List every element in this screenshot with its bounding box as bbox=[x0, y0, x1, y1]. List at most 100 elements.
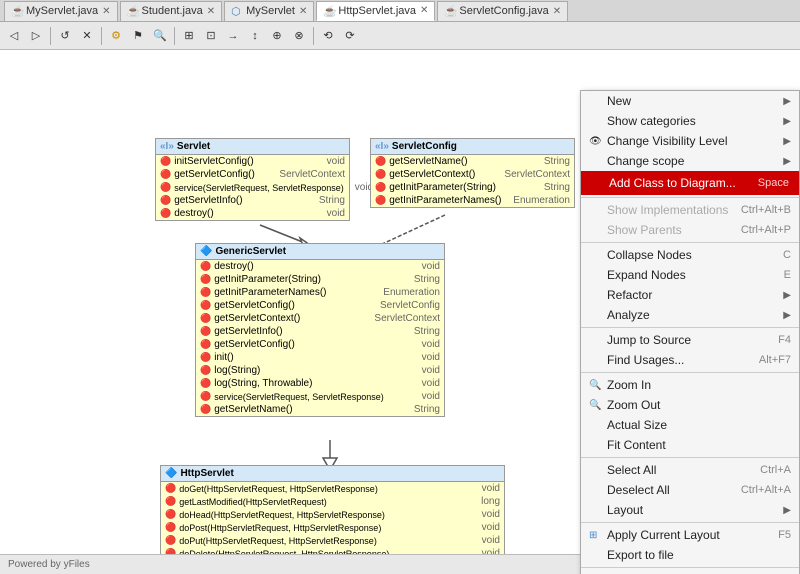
add-btn[interactable]: ⊕ bbox=[267, 26, 287, 46]
menu-separator bbox=[581, 522, 799, 523]
menu-separator bbox=[581, 197, 799, 198]
class-servletconfig-box: «I» ServletConfig 🔴getServletName()Strin… bbox=[370, 138, 575, 208]
java-file-icon: ☕ bbox=[127, 5, 139, 17]
menu-item-collapse-nodes[interactable]: Collapse Nodes C bbox=[581, 245, 799, 265]
context-menu: New ▶ Show categories ▶ 👁 Change Visibil… bbox=[580, 90, 800, 574]
arrow-updown-btn[interactable]: ↕ bbox=[245, 26, 265, 46]
class-row: 🔴getInitParameter(String)String bbox=[371, 181, 574, 194]
shortcut-label: C bbox=[783, 249, 791, 261]
class-row: 🔴log(String, Throwable)void bbox=[196, 377, 444, 390]
undo-btn[interactable]: ⟲ bbox=[318, 26, 338, 46]
java-file-icon: ☕ bbox=[11, 5, 23, 17]
class-row: 🔴getServletContext()ServletContext bbox=[196, 312, 444, 325]
shortcut-label: Ctrl+Alt+P bbox=[741, 224, 791, 236]
menu-item-print-graph[interactable]: 🖨 Print Graph bbox=[581, 570, 799, 574]
menu-item-find-usages[interactable]: Find Usages... Alt+F7 bbox=[581, 350, 799, 370]
menu-item-show-categories[interactable]: Show categories ▶ bbox=[581, 111, 799, 131]
class-row: 🔴getInitParameterNames()Enumeration bbox=[371, 194, 574, 207]
layout-icon: ⊞ bbox=[589, 530, 603, 541]
tab-close-icon[interactable]: ✕ bbox=[207, 6, 215, 17]
menu-item-deselect-all[interactable]: Deselect All Ctrl+Alt+A bbox=[581, 480, 799, 500]
class-row: 🔴getServletConfig()ServletContext bbox=[156, 168, 349, 181]
menu-item-zoom-out[interactable]: 🔍 Zoom Out bbox=[581, 395, 799, 415]
toolbar-sep-3 bbox=[174, 27, 175, 45]
menu-item-actual-size[interactable]: Actual Size bbox=[581, 415, 799, 435]
back-btn[interactable]: ◁ bbox=[4, 26, 24, 46]
shortcut-label: F4 bbox=[778, 334, 791, 346]
java-file-icon: ☕ bbox=[323, 5, 335, 17]
menu-item-change-visibility[interactable]: 👁 Change Visibility Level ▶ bbox=[581, 131, 799, 151]
class-row: 🔴getServletInfo()String bbox=[156, 194, 349, 207]
footer-text: Powered by yFiles bbox=[8, 559, 90, 570]
refresh-btn[interactable]: ↺ bbox=[55, 26, 75, 46]
tab-student-java[interactable]: ☕ Student.java ✕ bbox=[120, 1, 223, 21]
tab-close-icon[interactable]: ✕ bbox=[553, 6, 561, 17]
menu-item-jump-source[interactable]: Jump to Source F4 bbox=[581, 330, 799, 350]
toolbar: ◁ ▷ ↺ ✕ ⚙ ⚑ 🔍 ⊞ ⊡ → ↕ ⊕ ⊗ ⟲ ⟳ bbox=[0, 22, 800, 50]
forward-btn[interactable]: ▷ bbox=[26, 26, 46, 46]
class-row: 🔴service(ServletRequest, ServletResponse… bbox=[196, 390, 444, 403]
class-genericservlet-header: 🔷 GenericServlet bbox=[196, 244, 444, 260]
tab-httpservlet-java[interactable]: ☕ HttpServlet.java ✕ bbox=[316, 1, 435, 21]
class-row: 🔴getServletName()String bbox=[371, 155, 574, 168]
close-btn[interactable]: ✕ bbox=[77, 26, 97, 46]
menu-item-change-scope[interactable]: Change scope ▶ bbox=[581, 151, 799, 171]
shortcut-label: Space bbox=[758, 177, 789, 189]
settings-btn[interactable]: ⚙ bbox=[106, 26, 126, 46]
grid-btn[interactable]: ⊞ bbox=[179, 26, 199, 46]
zoom-btn[interactable]: ⊡ bbox=[201, 26, 221, 46]
class-row: 🔴getLastModified(HttpServletRequest)long bbox=[161, 495, 504, 508]
menu-separator bbox=[581, 372, 799, 373]
menu-item-add-class[interactable]: Add Class to Diagram... Space bbox=[581, 171, 799, 195]
menu-item-layout[interactable]: Layout ▶ bbox=[581, 500, 799, 520]
submenu-arrow-icon: ▶ bbox=[783, 290, 791, 301]
class-row: 🔴log(String)void bbox=[196, 364, 444, 377]
menu-item-show-impl: Show Implementations Ctrl+Alt+B bbox=[581, 200, 799, 220]
tab-servletconfig-java[interactable]: ☕ ServletConfig.java ✕ bbox=[437, 1, 568, 21]
arrow-right-btn[interactable]: → bbox=[223, 26, 243, 46]
tab-close-icon[interactable]: ✕ bbox=[102, 6, 110, 17]
shortcut-label: Ctrl+Alt+B bbox=[741, 204, 791, 216]
menu-item-fit-content[interactable]: Fit Content bbox=[581, 435, 799, 455]
menu-item-new[interactable]: New ▶ bbox=[581, 91, 799, 111]
class-genericservlet-box: 🔷 GenericServlet 🔴destroy()void 🔴getInit… bbox=[195, 243, 445, 417]
java-file-icon: ☕ bbox=[444, 5, 456, 17]
class-row: 🔴doPost(HttpServletRequest, HttpServletR… bbox=[161, 521, 504, 534]
tab-myservlet-java[interactable]: ☕ MyServlet.java ✕ bbox=[4, 1, 118, 21]
class-row: 🔴initServletConfig()void bbox=[156, 155, 349, 168]
menu-item-zoom-in[interactable]: 🔍 Zoom In bbox=[581, 375, 799, 395]
shortcut-label: F5 bbox=[778, 529, 791, 541]
menu-item-expand-nodes[interactable]: Expand Nodes E bbox=[581, 265, 799, 285]
flag-btn[interactable]: ⚑ bbox=[128, 26, 148, 46]
class-row: 🔴destroy()void bbox=[156, 207, 349, 220]
diagram-canvas[interactable]: «I» Servlet 🔴initServletConfig()void 🔴ge… bbox=[0, 50, 800, 574]
shortcut-label: Ctrl+A bbox=[760, 464, 791, 476]
redo-btn[interactable]: ⟳ bbox=[340, 26, 360, 46]
class-row: 🔴init()void bbox=[196, 351, 444, 364]
zoom-out-icon: 🔍 bbox=[589, 400, 603, 411]
toolbar-sep-4 bbox=[313, 27, 314, 45]
menu-item-export-file[interactable]: Export to file bbox=[581, 545, 799, 565]
shortcut-label: Ctrl+Alt+A bbox=[741, 484, 791, 496]
zoom-in-icon: 🔍 bbox=[589, 380, 603, 391]
class-row: 🔴service(ServletRequest, ServletResponse… bbox=[156, 181, 349, 194]
menu-item-apply-layout[interactable]: ⊞ Apply Current Layout F5 bbox=[581, 525, 799, 545]
tab-close-icon[interactable]: ✕ bbox=[299, 6, 307, 17]
class-row: 🔴getServletConfig()ServletConfig bbox=[196, 299, 444, 312]
tab-close-icon[interactable]: ✕ bbox=[420, 5, 428, 16]
class-servletconfig-header: «I» ServletConfig bbox=[371, 139, 574, 155]
tab-myservlet-diagram[interactable]: ⬡ MyServlet ✕ bbox=[224, 1, 314, 21]
menu-item-refactor[interactable]: Refactor ▶ bbox=[581, 285, 799, 305]
submenu-arrow-icon: ▶ bbox=[783, 310, 791, 321]
class-row: 🔴getServletConfig()void bbox=[196, 338, 444, 351]
search-btn[interactable]: 🔍 bbox=[150, 26, 170, 46]
class-row: 🔴getServletInfo()String bbox=[196, 325, 444, 338]
menu-item-select-all[interactable]: Select All Ctrl+A bbox=[581, 460, 799, 480]
toolbar-sep-1 bbox=[50, 27, 51, 45]
menu-item-analyze[interactable]: Analyze ▶ bbox=[581, 305, 799, 325]
submenu-arrow-icon: ▶ bbox=[783, 136, 791, 147]
submenu-arrow-icon: ▶ bbox=[783, 505, 791, 516]
main-area: «I» Servlet 🔴initServletConfig()void 🔴ge… bbox=[0, 50, 800, 574]
class-row: 🔴getInitParameterNames()Enumeration bbox=[196, 286, 444, 299]
remove-btn[interactable]: ⊗ bbox=[289, 26, 309, 46]
